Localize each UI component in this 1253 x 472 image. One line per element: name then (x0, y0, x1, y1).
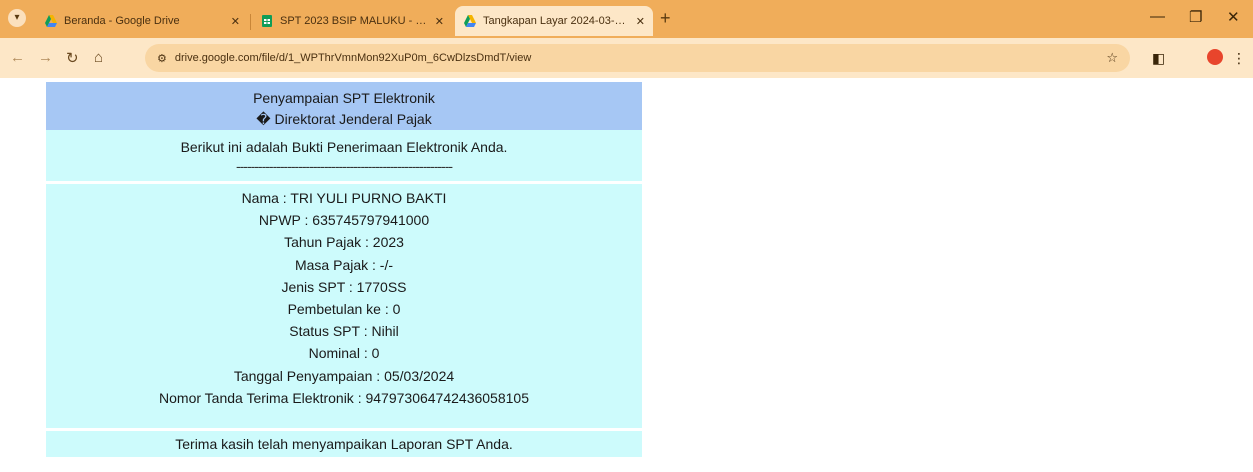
tab-divider (250, 14, 251, 30)
bookmark-star-icon[interactable]: ☆ (1106, 50, 1118, 66)
field-masa-pajak: Masa Pajak : -/- (294, 256, 394, 273)
menu-dots-icon[interactable]: ⋮ (1232, 50, 1246, 67)
close-tab-icon[interactable]: ✕ (636, 15, 645, 28)
browser-toolbar: ← → ↻ ⌂ ⚙ drive.google.com/file/d/1_WPTh… (0, 38, 1253, 78)
reload-icon[interactable]: ↻ (66, 49, 79, 67)
field-nama: Nama : TRI YULI PURNO BAKTI (241, 190, 447, 206)
reading-mode-icon[interactable]: ◧ (1152, 50, 1165, 67)
receipt-title: Penyampaian SPT Elektronik (253, 90, 435, 106)
new-tab-icon[interactable]: + (660, 8, 671, 29)
tab-title: Beranda - Google Drive (64, 15, 180, 27)
field-npwp: NPWP : 635745797941000 (258, 212, 430, 229)
tab-spt-sheet[interactable]: SPT 2023 BSIP MALUKU - Goo ✕ (252, 6, 452, 36)
home-icon[interactable]: ⌂ (94, 49, 103, 66)
field-nominal: Nominal : 0 (308, 345, 380, 362)
google-sheets-icon (260, 14, 274, 28)
field-status-spt: Status SPT : Nihil (289, 323, 399, 340)
field-nomor-tanda-terima: Nomor Tanda Terima Elektronik : 94797306… (159, 389, 529, 406)
tab-title: Tangkapan Layar 2024-03-05 p (483, 15, 630, 27)
receipt-intro: Berikut ini adalah Bukti Penerimaan Elek… (46, 130, 642, 181)
field-jenis-spt: Jenis SPT : 1770SS (281, 278, 407, 295)
tab-strip: ▾ Beranda - Google Drive ✕ SPT 2023 BSIP… (0, 0, 1253, 38)
field-pembetulan: Pembetulan ke : 0 (287, 300, 401, 317)
spt-receipt: Penyampaian SPT Elektronik � Direktorat … (46, 82, 642, 457)
intro-text: Berikut ini adalah Bukti Penerimaan Elek… (180, 139, 508, 155)
close-tab-icon[interactable]: ✕ (231, 15, 240, 28)
url-text: drive.google.com/file/d/1_WPThrVmnMon92X… (174, 52, 532, 64)
google-drive-icon (44, 14, 58, 28)
tab-search-icon[interactable]: ▾ (8, 9, 26, 27)
field-tanggal: Tanggal Penyampaian : 05/03/2024 (233, 367, 455, 384)
tab-title: SPT 2023 BSIP MALUKU - Goo (280, 15, 429, 27)
site-info-icon[interactable]: ⚙ (157, 52, 167, 65)
google-drive-icon (463, 14, 477, 28)
minimize-icon[interactable]: — (1150, 8, 1165, 25)
back-arrow-icon[interactable]: ← (10, 49, 25, 66)
receipt-footer: Terima kasih telah menyampaikan Laporan … (46, 431, 642, 457)
receipt-agency: � Direktorat Jenderal Pajak (256, 111, 432, 127)
tab-google-drive-home[interactable]: Beranda - Google Drive ✕ (36, 6, 248, 36)
close-window-icon[interactable]: ✕ (1227, 8, 1240, 26)
restore-icon[interactable]: ❐ (1189, 8, 1202, 26)
receipt-header: Penyampaian SPT Elektronik � Direktorat … (46, 82, 642, 130)
address-bar[interactable]: ⚙ drive.google.com/file/d/1_WPThrVmnMon9… (145, 44, 1130, 72)
tab-screenshot-active[interactable]: Tangkapan Layar 2024-03-05 p ✕ (455, 6, 653, 36)
separator-line: ----------------------------------------… (235, 158, 453, 174)
forward-arrow-icon[interactable]: → (38, 49, 53, 66)
field-tahun-pajak: Tahun Pajak : 2023 (284, 234, 404, 251)
close-tab-icon[interactable]: ✕ (435, 15, 444, 28)
profile-avatar[interactable] (1207, 49, 1223, 65)
receipt-details: Nama : TRI YULI PURNO BAKTI NPWP : 63574… (46, 184, 642, 428)
